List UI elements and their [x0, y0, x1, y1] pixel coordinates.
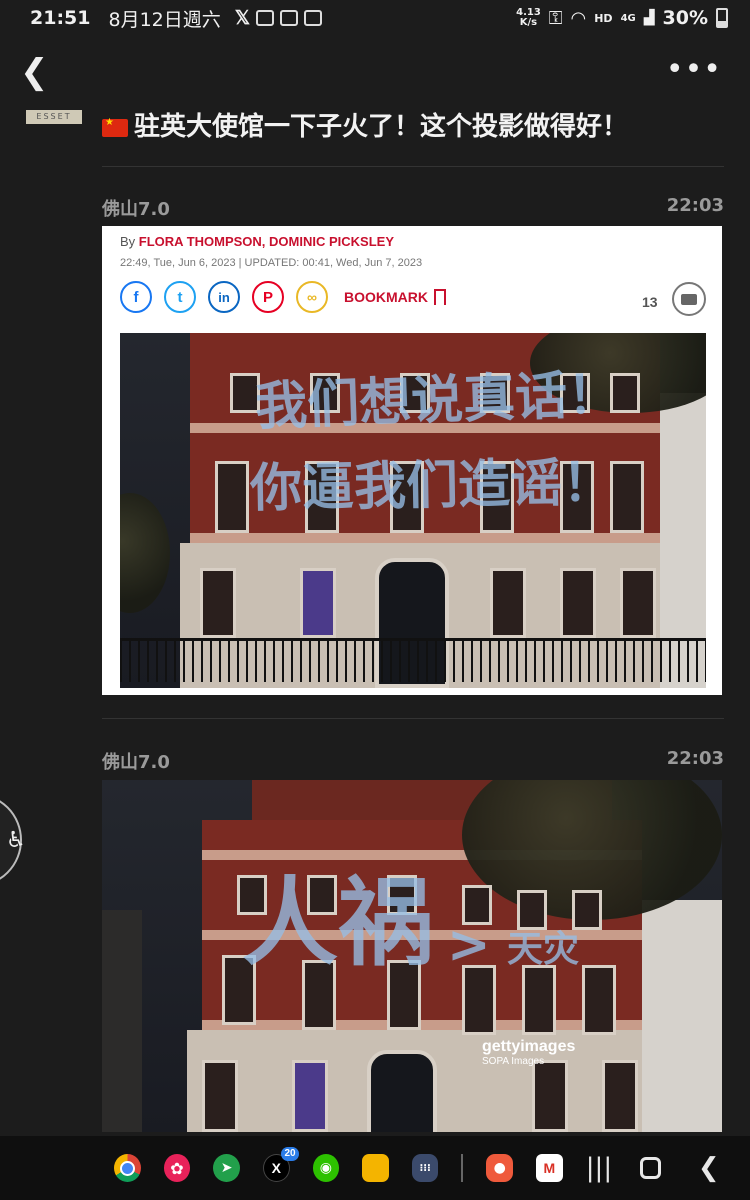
accessibility-icon: ♿ — [6, 828, 26, 853]
blossom-icon[interactable]: ✿ — [163, 1154, 191, 1182]
bookmark-button: BOOKMARK — [344, 289, 446, 305]
sender-name[interactable]: 佛山7.0 — [102, 748, 170, 774]
getty-watermark: gettyimages SOPA Images — [482, 1038, 575, 1067]
signal-icon: ▟ — [643, 10, 655, 26]
bookmark-icon — [434, 289, 446, 305]
recents-icon[interactable]: ||| — [586, 1153, 613, 1183]
top-nav: ❮ ••• — [0, 50, 750, 94]
post-title-text: 驻英大使馆一下子火了！这个投影做得好！ — [134, 112, 629, 142]
message-header: 佛山7.0 22:03 — [102, 748, 724, 774]
compass-icon[interactable]: ➤ — [213, 1154, 240, 1182]
embassy-door — [367, 1050, 437, 1132]
divider — [102, 166, 724, 167]
gmail-icon[interactable]: M — [536, 1154, 563, 1182]
net-speed: 4.13 K/s — [516, 8, 541, 28]
x-notification-icon: 𝕏 — [234, 7, 251, 29]
comment-icon — [672, 282, 706, 316]
x-badge: 20 — [281, 1147, 299, 1161]
gallery-notification-icon — [304, 10, 323, 26]
linkedin-icon: in — [208, 281, 240, 313]
projection-arrow: > — [447, 915, 491, 975]
message-time: 22:03 — [666, 195, 724, 216]
chrome-icon[interactable] — [114, 1154, 141, 1182]
back-arrow-icon[interactable]: ❮ — [20, 54, 50, 90]
notification-icons: 𝕏 — [234, 7, 323, 30]
net-speed-unit: K/s — [519, 17, 538, 28]
post-title: 驻英大使馆一下子火了！这个投影做得好！ — [102, 106, 628, 143]
china-flag-icon — [102, 117, 128, 137]
clock: 21:51 — [30, 7, 91, 29]
battery-icon — [716, 8, 728, 28]
key-icon: ⚿ — [548, 7, 563, 29]
more-options-icon[interactable]: ••• — [666, 52, 722, 87]
battery-percent: 30% — [662, 7, 708, 29]
projection-text-2: 你逼我们造谣！ — [249, 452, 615, 520]
article-meta: 22:49, Tue, Jun 6, 2023 | UPDATED: 00:41… — [120, 257, 423, 269]
sender-name[interactable]: 佛山7.0 — [102, 195, 170, 221]
projection-text-1: 我们想说真话！ — [254, 364, 621, 438]
bookmark-label: BOOKMARK — [344, 289, 428, 305]
contacts-icon[interactable]: ● — [486, 1154, 513, 1182]
wechat-icon[interactable]: ◉ — [312, 1154, 340, 1182]
pinterest-icon: P — [252, 281, 284, 313]
app-grid-icon[interactable]: ⁝⁝⁝ — [411, 1154, 439, 1182]
accessibility-button[interactable]: ♿ — [0, 793, 26, 887]
watermark-text: gettyimages — [482, 1038, 576, 1055]
embassy-photo-2[interactable]: 人祸 > 天灾 gettyimages SOPA Images — [102, 780, 722, 1132]
news-notification-icon — [256, 10, 275, 26]
news-notification-icon-2 — [280, 10, 299, 26]
wifi-icon: ◠ — [570, 7, 587, 29]
message-header: 佛山7.0 22:03 — [102, 195, 724, 221]
x-icon[interactable]: X 20 — [262, 1147, 299, 1182]
facebook-icon: f — [120, 281, 152, 313]
article-screenshot[interactable]: By FLORA THOMPSON, DOMINIC PICKSLEY 22:4… — [102, 226, 722, 695]
avatar[interactable]: ESSET — [26, 110, 82, 124]
article-authors: FLORA THOMPSON, DOMINIC PICKSLEY — [138, 234, 394, 249]
message-time: 22:03 — [666, 748, 724, 769]
folder-icon[interactable] — [362, 1154, 389, 1182]
date: 8月12日週六 — [108, 8, 221, 31]
nav-back-icon[interactable]: ❮ — [695, 1153, 722, 1183]
dock-separator — [461, 1154, 464, 1182]
twitter-icon: t — [164, 281, 196, 313]
bottom-dock: ✿ ➤ X 20 ◉ ⁝⁝⁝ ● M ||| ❮ — [0, 1136, 750, 1200]
hd-label: HD — [594, 11, 613, 25]
home-icon[interactable] — [640, 1157, 662, 1179]
projection-text-small: 天灾 — [507, 929, 580, 970]
link-icon: ∞ — [296, 281, 328, 313]
watermark-credit: SOPA Images — [482, 1056, 545, 1067]
article-byline: By FLORA THOMPSON, DOMINIC PICKSLEY — [120, 234, 394, 249]
divider — [102, 718, 724, 719]
projection-text-big: 人祸 — [242, 867, 434, 979]
byline-prefix: By — [120, 234, 139, 249]
status-bar: 21:51 8月12日週六 𝕏 4.13 K/s ⚿ ◠ HD 4G ▟ 30% — [0, 0, 750, 36]
comment-count: 13 — [642, 294, 658, 310]
signal-label: 4G — [620, 12, 636, 24]
embassy-photo-1: 我们想说真话！ 你逼我们造谣！ — [120, 333, 706, 688]
share-bar: f t in P ∞ BOOKMARK — [120, 281, 446, 313]
